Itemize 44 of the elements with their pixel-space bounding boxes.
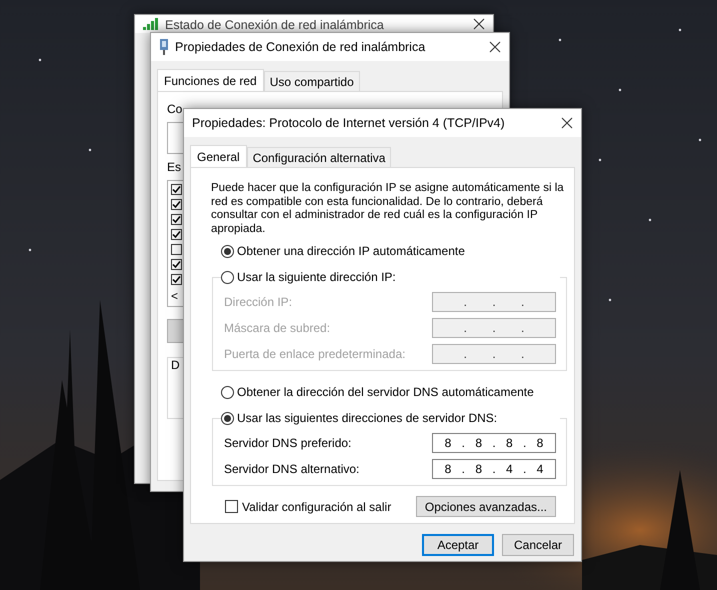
- radio-button[interactable]: [221, 412, 234, 424]
- field-label: Puerta de enlace predeterminada:: [224, 347, 406, 361]
- close-icon[interactable]: [473, 18, 485, 30]
- tab[interactable]: Uso compartido: [264, 71, 360, 91]
- tab[interactable]: General: [190, 145, 247, 167]
- network-adapter-icon: [159, 39, 169, 55]
- section-label: Es: [167, 160, 182, 174]
- advanced-options-button[interactable]: Opciones avanzadas...: [416, 496, 556, 517]
- ip-address-field[interactable]: 8 . 8 . 4 . 4: [432, 459, 556, 479]
- dialog-button[interactable]: Cancelar: [502, 534, 574, 556]
- checkbox[interactable]: [171, 229, 182, 240]
- radio-button[interactable]: [221, 270, 234, 284]
- checkbox[interactable]: [171, 259, 182, 270]
- ip-address-field[interactable]: 8 . 8 . 8 . 8: [432, 433, 556, 453]
- close-icon[interactable]: [561, 117, 573, 129]
- field-label: Servidor DNS alternativo:: [224, 462, 360, 476]
- window-title: Propiedades: Protocolo de Internet versión 4 (TCP/IPv4): [192, 116, 506, 130]
- field-label: Máscara de subred:: [224, 321, 330, 335]
- checkbox[interactable]: [171, 199, 182, 210]
- checkbox[interactable]: [171, 214, 182, 225]
- checkbox[interactable]: [171, 184, 182, 195]
- group-label: D: [171, 358, 180, 372]
- option-label: Usar las siguientes direcciones de servidor DNS:: [237, 411, 498, 425]
- field-label: Dirección IP:: [224, 295, 292, 309]
- scroll-arrow[interactable]: <: [171, 289, 178, 303]
- radio-button[interactable]: [221, 244, 234, 258]
- checkbox[interactable]: [171, 274, 182, 285]
- tab[interactable]: Funciones de red: [157, 69, 264, 91]
- tab[interactable]: Configuración alternativa: [246, 147, 392, 167]
- dialog-button[interactable]: Aceptar: [422, 534, 494, 556]
- window-title: Estado de Conexión de red inalámbrica: [165, 18, 385, 32]
- checkbox[interactable]: [225, 500, 238, 513]
- checkbox[interactable]: [171, 244, 182, 255]
- description-text: Puede hacer que la configuración IP se asigne automáticamente si la red es compatible con esta funcionalidad. De lo contrario, deberá consultar con el administrador de red cuál es la configuración IP apropiada.: [211, 182, 565, 236]
- radio-button[interactable]: [221, 386, 234, 398]
- field-label: Servidor DNS preferido:: [224, 436, 352, 450]
- signal-icon: [143, 18, 159, 30]
- checkbox-label: Validar configuración al salir: [242, 500, 392, 514]
- option-label: Obtener una dirección IP automáticamente: [237, 244, 465, 258]
- close-icon[interactable]: [489, 41, 501, 53]
- option-label: Usar la siguiente dirección IP:: [237, 270, 396, 284]
- window-title: Propiedades de Conexión de red inalámbrica: [175, 40, 426, 54]
- option-label: Obtener la dirección del servidor DNS automáticamente: [237, 385, 534, 399]
- section-label: Co: [167, 102, 184, 116]
